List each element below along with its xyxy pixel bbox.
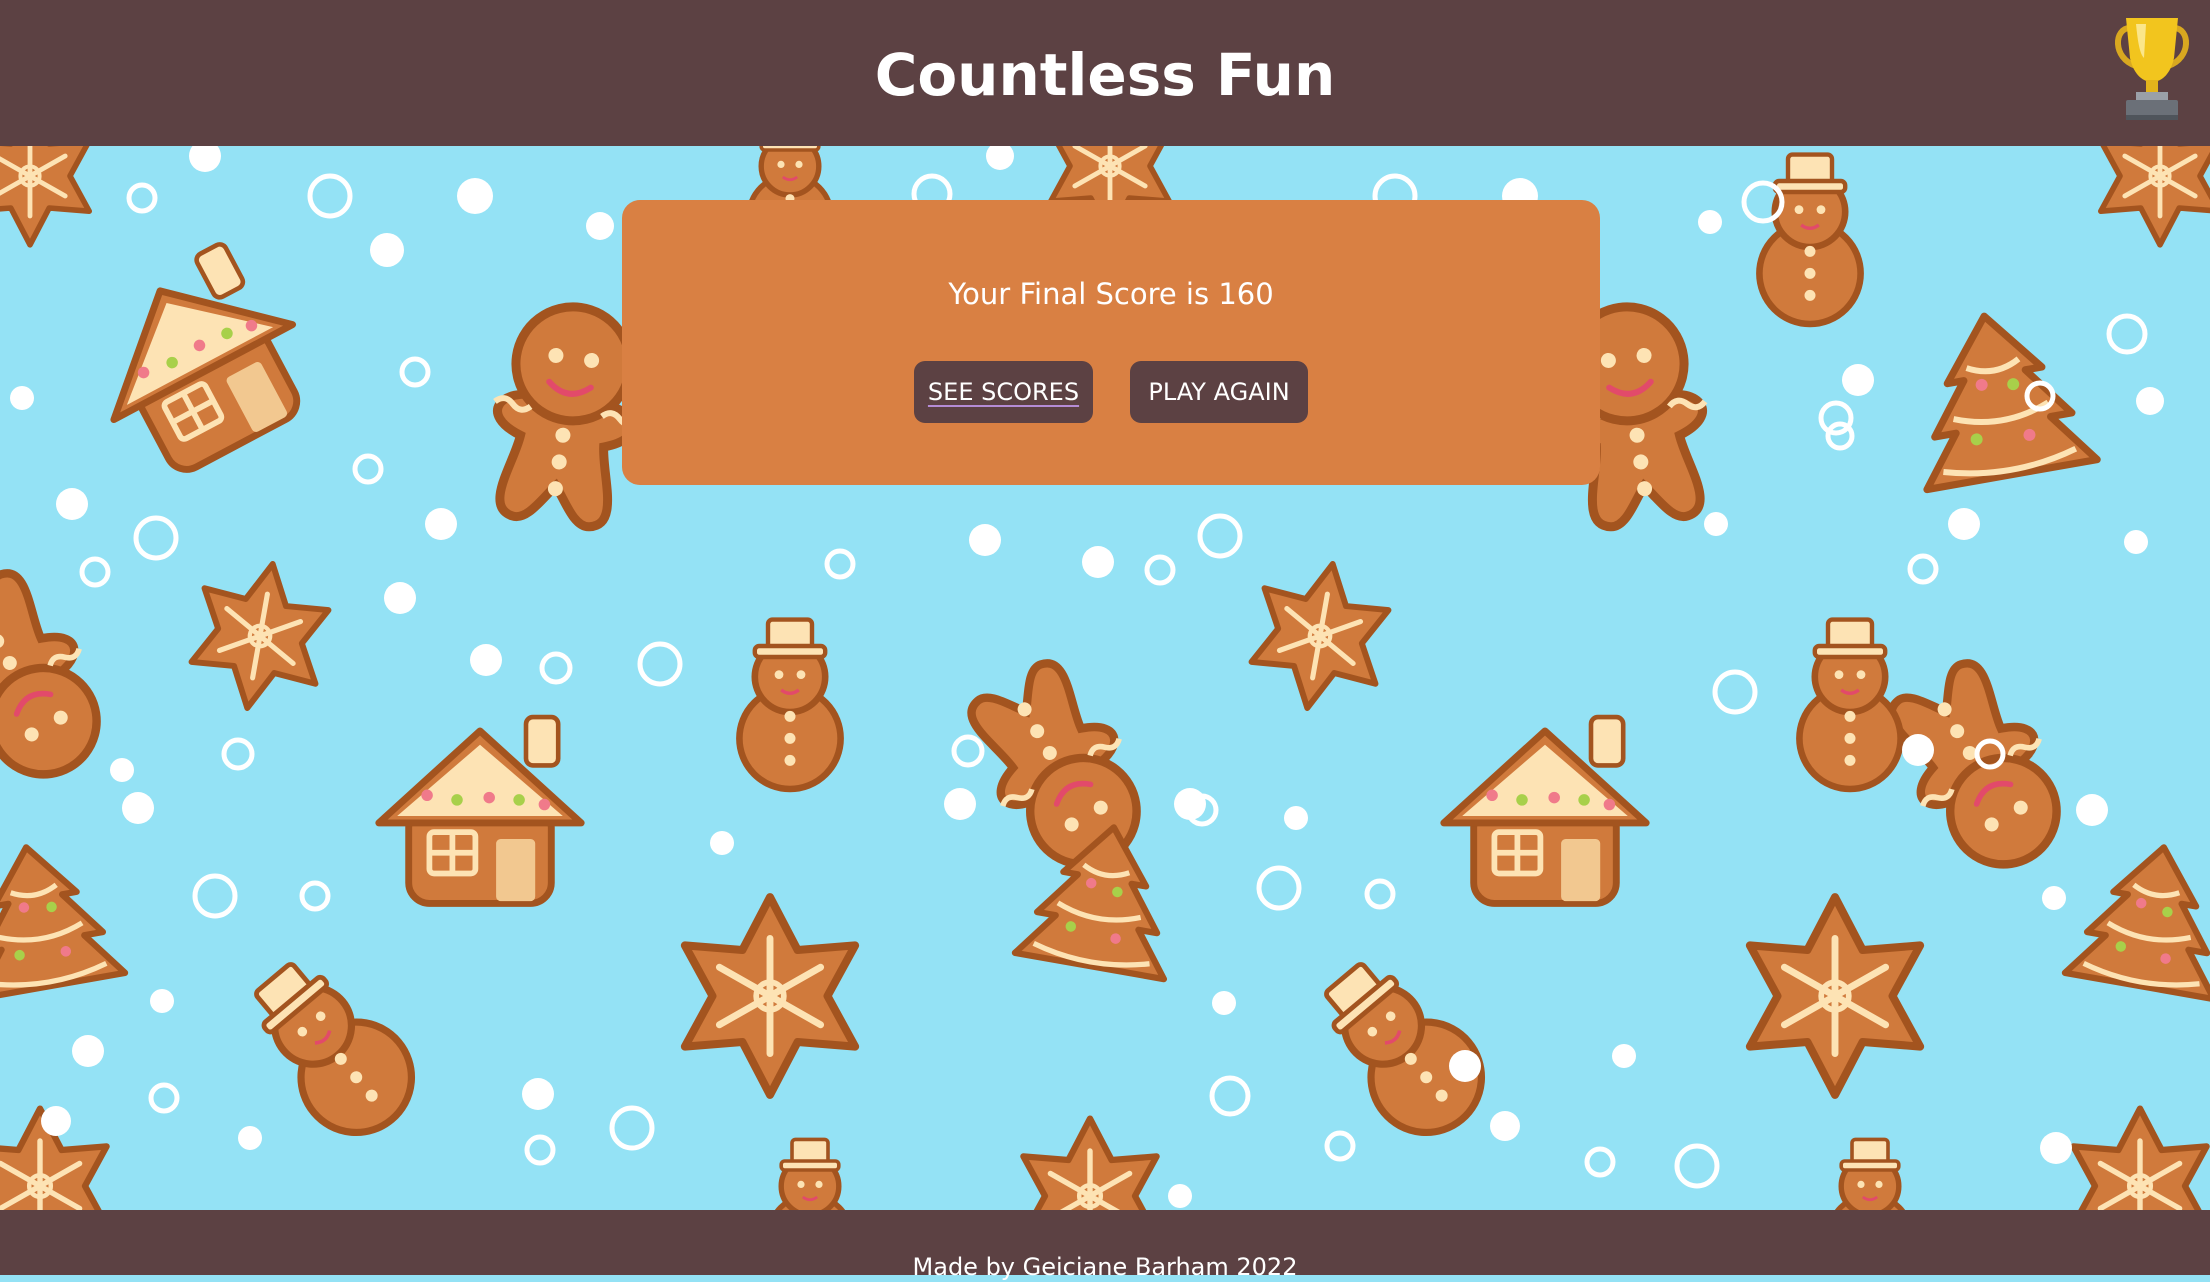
snow-dot-decoration xyxy=(637,641,683,687)
final-score-text: Your Final Score is 160 xyxy=(948,277,1274,311)
snow-dot-decoration xyxy=(72,1035,104,1067)
cookie-tree-decoration xyxy=(0,834,125,999)
final-score-dialog: Your Final Score is 160 SEE SCORES PLAY … xyxy=(622,200,1600,485)
snow-dot-decoration xyxy=(221,737,255,771)
snow-dot-decoration xyxy=(1948,508,1980,540)
trophy-icon[interactable] xyxy=(2112,14,2192,124)
snow-dot-decoration xyxy=(609,1105,655,1151)
footer-credit: Made by Geiciane Barham 2022 xyxy=(912,1253,1298,1281)
snow-dot-decoration xyxy=(150,989,174,1013)
snow-dot-decoration xyxy=(1168,1184,1192,1208)
cookie-snowman-decoration xyxy=(1759,155,1860,324)
cookie-star-decoration xyxy=(2073,1109,2206,1210)
cookie-star-decoration xyxy=(1245,553,1394,719)
footer-bar: Made by Geiciane Barham 2022 xyxy=(0,1210,2210,1281)
cookie-man-decoration xyxy=(0,559,128,801)
snow-dot-decoration xyxy=(1144,554,1176,586)
app-title: Countless Fun xyxy=(874,41,1336,109)
snow-dot-decoration xyxy=(470,644,502,676)
snow-dot-decoration xyxy=(299,880,331,912)
snow-dot-decoration xyxy=(1324,1130,1356,1162)
cookie-star-decoration xyxy=(1023,1119,1156,1210)
snow-dot-decoration xyxy=(1209,1075,1251,1117)
snow-dot-decoration xyxy=(1364,878,1396,910)
snow-dot-decoration xyxy=(1082,546,1114,578)
cookie-snowman-decoration xyxy=(1799,620,1900,789)
snow-dot-decoration xyxy=(1612,1044,1636,1068)
snow-dot-decoration xyxy=(1212,991,1236,1015)
snow-dot-decoration xyxy=(944,788,976,820)
header-bar: Countless Fun xyxy=(0,0,2210,146)
snow-dot-decoration xyxy=(1712,669,1758,715)
cookie-snowman-decoration xyxy=(1301,942,1504,1155)
snow-dot-decoration xyxy=(307,173,353,219)
snow-dot-decoration xyxy=(1197,513,1243,559)
cookie-man-decoration xyxy=(1871,649,2088,891)
snow-dot-decoration xyxy=(2076,794,2108,826)
snow-dot-decoration xyxy=(425,508,457,540)
cookie-snowman-decoration xyxy=(1829,1139,1912,1210)
play-again-button[interactable]: PLAY AGAIN xyxy=(1130,361,1308,423)
cookie-house-decoration xyxy=(64,231,330,491)
snow-dot-decoration xyxy=(2106,313,2148,355)
snow-dot-decoration xyxy=(2042,886,2066,910)
snow-dot-decoration xyxy=(370,233,404,267)
snow-dot-decoration xyxy=(1704,512,1728,536)
snow-dot-decoration xyxy=(1902,734,1934,766)
snow-dot-decoration xyxy=(384,582,416,614)
snow-dot-decoration xyxy=(148,1082,180,1114)
snow-dot-decoration xyxy=(352,453,384,485)
snow-dot-decoration xyxy=(2136,387,2164,415)
snow-dot-decoration xyxy=(41,1106,71,1136)
snow-dot-decoration xyxy=(238,1126,262,1150)
cookie-house-decoration xyxy=(1444,717,1646,903)
snow-dot-decoration xyxy=(539,651,573,685)
snow-dot-decoration xyxy=(2040,1132,2072,1164)
snow-dot-decoration xyxy=(399,356,431,388)
snow-dot-decoration xyxy=(1584,1146,1616,1178)
cookie-snowman-decoration xyxy=(769,1139,852,1210)
snow-dot-decoration xyxy=(1284,806,1308,830)
cookie-star-decoration xyxy=(2101,146,2210,245)
snow-dot-decoration xyxy=(1842,364,1874,396)
cookie-tree-decoration xyxy=(2065,834,2210,999)
snow-dot-decoration xyxy=(969,524,1001,556)
snow-dot-decoration xyxy=(1907,553,1939,585)
cookie-snowman-decoration xyxy=(231,942,434,1155)
cookie-man-decoration xyxy=(951,649,1168,891)
snow-dot-decoration xyxy=(524,1134,556,1166)
snow-dot-decoration xyxy=(1674,1143,1720,1189)
cookie-star-decoration xyxy=(685,897,855,1095)
snow-dot-decoration xyxy=(1490,1111,1520,1141)
cookie-star-decoration xyxy=(1750,897,1920,1095)
cookie-star-decoration xyxy=(185,553,334,719)
snow-dot-decoration xyxy=(1698,210,1722,234)
snow-dot-decoration xyxy=(2124,530,2148,554)
snow-dot-decoration xyxy=(122,792,154,824)
snow-dot-decoration xyxy=(1825,421,1855,451)
snow-dot-decoration xyxy=(56,488,88,520)
snow-dot-decoration xyxy=(110,758,134,782)
snow-dot-decoration xyxy=(10,386,34,410)
snow-dot-decoration xyxy=(522,1078,554,1110)
cookie-star-decoration xyxy=(0,146,89,245)
snow-dot-decoration xyxy=(457,178,493,214)
cookie-snowman-decoration xyxy=(739,620,840,789)
snow-dot-decoration xyxy=(189,146,221,172)
cookie-tree-decoration xyxy=(1899,301,2097,489)
cookie-house-decoration xyxy=(379,717,581,903)
snow-dot-decoration xyxy=(986,146,1014,170)
snow-dot-decoration xyxy=(586,212,614,240)
snow-dot-decoration xyxy=(951,734,985,768)
see-scores-label: SEE SCORES xyxy=(927,378,1080,406)
snow-dot-decoration xyxy=(824,548,856,580)
snow-dot-decoration xyxy=(79,556,111,588)
snow-dot-decoration xyxy=(192,873,238,919)
snow-dot-decoration xyxy=(1256,865,1302,911)
snow-dot-decoration xyxy=(1449,1050,1481,1082)
snow-dot-decoration xyxy=(710,831,734,855)
snow-dot-decoration xyxy=(133,515,179,561)
see-scores-button[interactable]: SEE SCORES xyxy=(914,361,1093,423)
snow-dot-decoration xyxy=(126,182,158,214)
